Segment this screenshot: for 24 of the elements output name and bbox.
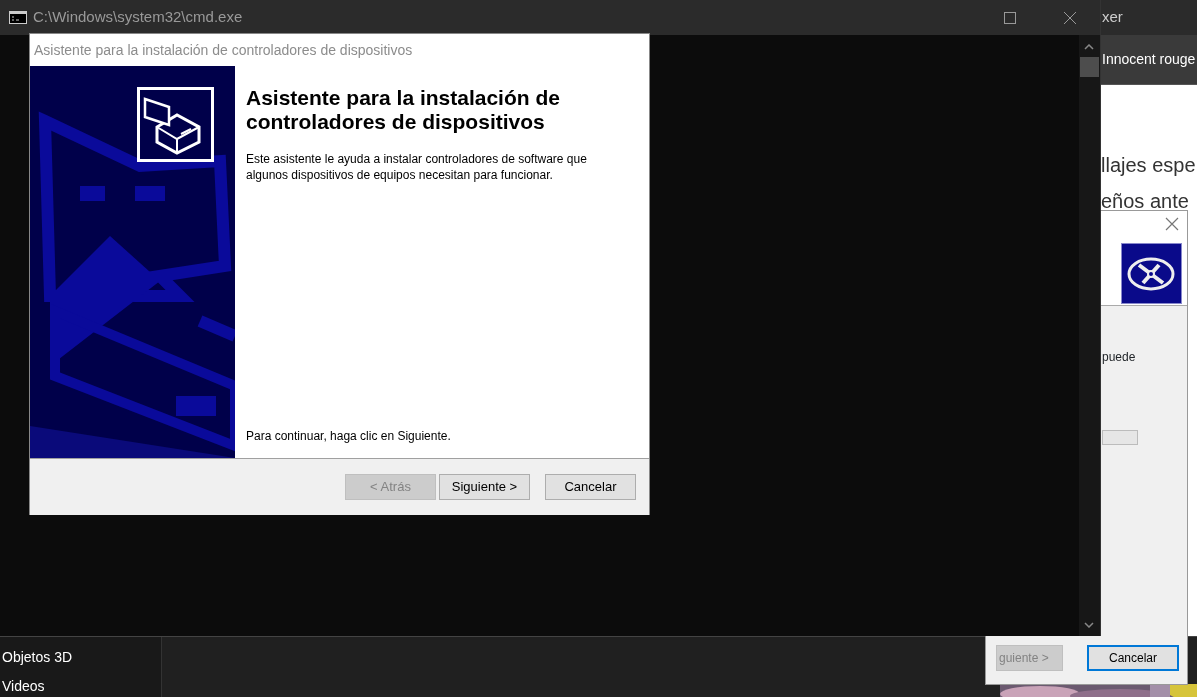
maximize-icon[interactable] xyxy=(1004,11,1016,24)
cancel-button[interactable]: Cancelar xyxy=(1087,645,1179,671)
page-text: llajes espe xyxy=(1101,153,1196,178)
browser-tab[interactable]: Innocent rouge xyxy=(1101,35,1197,85)
window-title: xer xyxy=(1101,0,1197,35)
close-icon[interactable] xyxy=(1165,217,1179,231)
dialog-text: puede xyxy=(1102,349,1136,366)
scroll-down-icon[interactable] xyxy=(1084,622,1094,628)
cancel-button[interactable]: Cancelar xyxy=(545,474,636,500)
wizard-heading: Asistente para la instalación de controladores de dispositivos xyxy=(246,86,561,134)
scroll-thumb[interactable] xyxy=(1080,57,1099,77)
console-icon xyxy=(9,11,27,24)
hardware-icon xyxy=(137,87,214,162)
sidebar-item[interactable]: Objetos 3D xyxy=(0,647,161,676)
sidebar-item[interactable]: Videos xyxy=(0,676,161,697)
wizard-description: Este asistente le ayuda a instalar controladores de software que algunos dispositivos de equipos necesitan para funcionar. xyxy=(246,151,588,183)
scroll-up-icon[interactable] xyxy=(1084,44,1094,50)
window-title: C:\Windows\system32\cmd.exe xyxy=(33,7,243,28)
close-icon[interactable] xyxy=(1064,11,1076,24)
page-text: eños ante xyxy=(1101,189,1189,214)
dialog-title: Asistente para la instalación de controladores de dispositivos xyxy=(33,41,414,60)
wizard-hint: Para continuar, haga clic en Siguiente. xyxy=(246,428,452,445)
next-button[interactable]: Siguiente > xyxy=(439,474,530,500)
scrollbar[interactable] xyxy=(1079,35,1100,636)
